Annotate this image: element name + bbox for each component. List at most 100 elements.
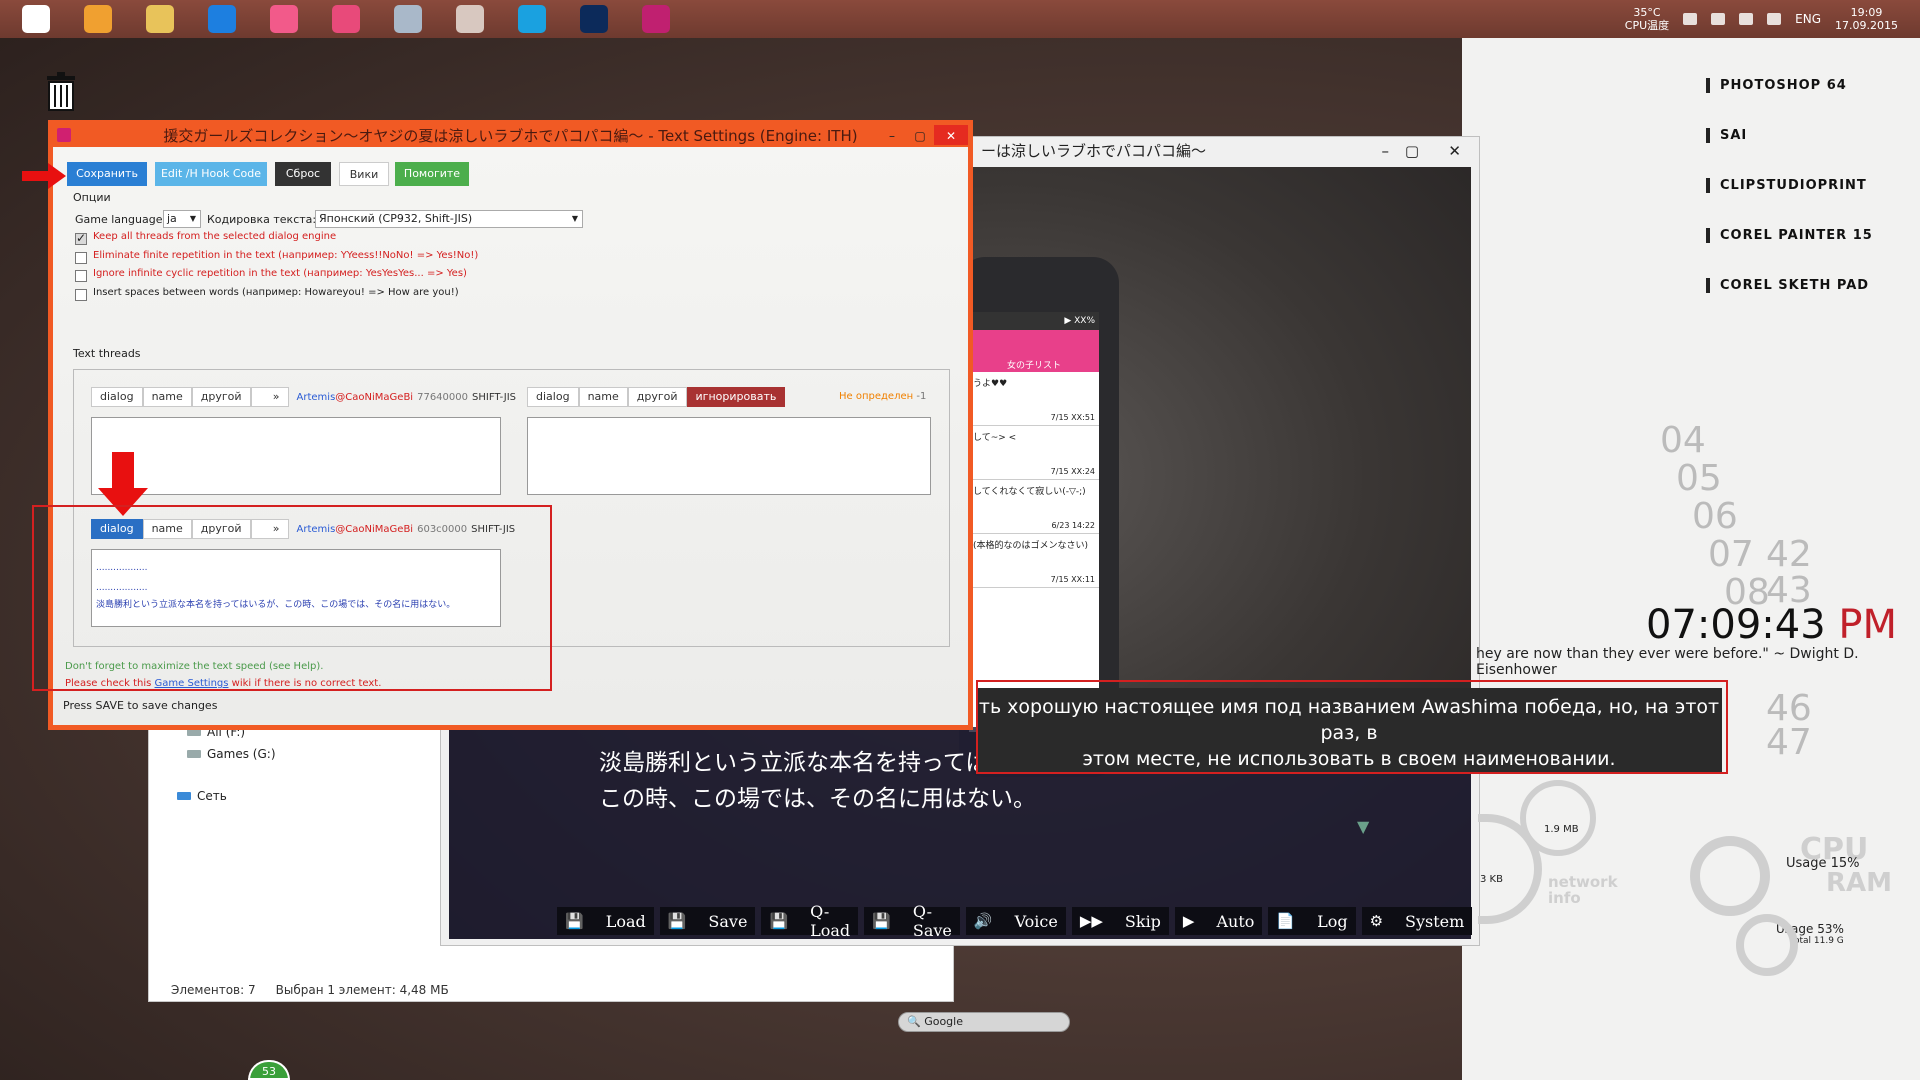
drive-g[interactable]: Games (G:) bbox=[187, 747, 276, 761]
thread-2-text[interactable] bbox=[527, 417, 931, 495]
game-language-select[interactable]: ja ▼ bbox=[163, 210, 201, 228]
menu-log-button[interactable]: 📄 Log bbox=[1268, 907, 1356, 935]
upload-value: 1.9 MB bbox=[1544, 824, 1579, 835]
menu-label: Q-Save bbox=[912, 902, 952, 940]
menu-qload-button[interactable]: 💾 Q-Load bbox=[761, 902, 859, 940]
clock-number: 42 bbox=[1766, 534, 1812, 575]
system-tray: 35°C CPU温度 ENG 19:09 17.09.2015 bbox=[1625, 0, 1920, 38]
maximize-button[interactable]: ▢ bbox=[906, 125, 934, 145]
tag-name[interactable]: name bbox=[142, 387, 192, 407]
menu-system-button[interactable]: ⚙ System bbox=[1361, 907, 1473, 935]
minimize-button[interactable]: – bbox=[1382, 137, 1390, 165]
media-app-taskbar-button[interactable] bbox=[382, 1, 434, 37]
network-node[interactable]: Сеть bbox=[177, 789, 227, 803]
phone-message-text: してくれなくて寂しい(-▽-;) bbox=[973, 487, 1086, 497]
thread-1-controls: dialog name другой » Artemis @CaoNiMaGeB… bbox=[91, 387, 516, 407]
launcher-item[interactable]: PHOTOSHOP 64 bbox=[1706, 78, 1886, 93]
game-icon-app-icon bbox=[642, 5, 670, 33]
network-info-label: network info bbox=[1548, 873, 1618, 907]
option-checkbox[interactable] bbox=[75, 288, 87, 301]
option-label: Ignore infinite cyclic repetition in the… bbox=[93, 268, 467, 279]
menu-skip-button[interactable]: ▶▶ Skip bbox=[1071, 907, 1169, 935]
option-checkbox[interactable] bbox=[75, 251, 87, 264]
search-widget[interactable]: 🔍 Google bbox=[898, 1012, 1070, 1032]
tag-name[interactable]: name bbox=[578, 387, 628, 407]
thread-1-text[interactable] bbox=[91, 417, 501, 495]
skype-icon bbox=[518, 5, 546, 33]
menu-icon: 📄 bbox=[1276, 912, 1296, 930]
thread-author: @CaoNiMaGeBi bbox=[335, 391, 414, 403]
color-wheel-taskbar-button[interactable] bbox=[320, 1, 372, 37]
save-button[interactable]: Сохранить bbox=[67, 162, 147, 186]
tag-dialog[interactable]: dialog bbox=[91, 387, 143, 407]
menu-load-button[interactable]: 💾 Load bbox=[557, 907, 654, 935]
menu-voice-button[interactable]: 🔊 Voice bbox=[965, 907, 1066, 935]
app-icon bbox=[57, 128, 71, 142]
close-button[interactable]: ✕ bbox=[1448, 137, 1461, 165]
app-store-taskbar-button[interactable] bbox=[196, 1, 248, 37]
menu-icon: ▶▶ bbox=[1079, 912, 1103, 930]
menu-auto-button[interactable]: ▶ Auto bbox=[1174, 907, 1263, 935]
expand-button[interactable]: » bbox=[250, 387, 289, 407]
tray-network-icon[interactable] bbox=[1711, 13, 1726, 25]
launcher-item[interactable]: COREL PAINTER 15 bbox=[1706, 228, 1886, 243]
launcher-item[interactable]: COREL SKETH PAD bbox=[1706, 278, 1886, 293]
phone-message: して~> < 7/15 XX:24 bbox=[969, 426, 1099, 480]
tag-other[interactable]: другой bbox=[191, 387, 251, 407]
menu-icon: 💾 bbox=[565, 912, 584, 930]
options-label: Опции bbox=[73, 191, 111, 204]
app-colorful-taskbar-button[interactable] bbox=[72, 1, 124, 37]
recycle-bin-icon[interactable] bbox=[44, 70, 78, 112]
red-arrow-save-icon bbox=[22, 163, 66, 189]
option-label: Keep all threads from the selected dialo… bbox=[93, 231, 337, 242]
menu-label: Q-Load bbox=[810, 902, 851, 940]
selection-info: Выбран 1 элемент: 4,48 МБ bbox=[275, 983, 449, 997]
menu-label: Log bbox=[1317, 911, 1348, 931]
tag-dialog[interactable]: dialog bbox=[527, 387, 579, 407]
launcher-item[interactable]: CLIPSTUDIOPRINT bbox=[1706, 178, 1886, 193]
tag-other[interactable]: другой bbox=[627, 387, 687, 407]
thread-2-status: Не определен -1 bbox=[839, 391, 926, 402]
help-button[interactable]: Помогите bbox=[395, 162, 469, 186]
windows-start-taskbar-button[interactable] bbox=[10, 1, 62, 37]
menu-save-button[interactable]: 💾 Save bbox=[659, 907, 756, 935]
option-checkbox[interactable] bbox=[75, 270, 87, 282]
clock-number: 47 bbox=[1766, 722, 1812, 763]
tray-shield-icon[interactable] bbox=[1739, 13, 1754, 25]
clock-time: 07:09:43 bbox=[1646, 602, 1826, 648]
itunes-taskbar-button[interactable] bbox=[258, 1, 310, 37]
explorer-status-bar: Элементов: 7 Выбран 1 элемент: 4,48 МБ bbox=[171, 983, 449, 997]
launcher-item[interactable]: SAI bbox=[1706, 128, 1886, 143]
edit-hook-button[interactable]: Edit /H Hook Code bbox=[155, 162, 267, 186]
itunes-icon bbox=[270, 5, 298, 33]
photoshop-taskbar-button[interactable] bbox=[568, 1, 620, 37]
menu-icon: 🔊 bbox=[973, 912, 993, 930]
minimize-button[interactable]: – bbox=[878, 125, 906, 145]
search-icon: 🔍 bbox=[907, 1015, 921, 1028]
maximize-button[interactable]: ▢ bbox=[1405, 137, 1419, 165]
clock-tray[interactable]: 19:09 17.09.2015 bbox=[1835, 6, 1898, 32]
continue-arrow-icon: ▼ bbox=[1357, 817, 1370, 836]
phone-status: ▶ XX% bbox=[969, 312, 1099, 330]
close-button[interactable]: ✕ bbox=[934, 125, 968, 145]
wiki-button[interactable]: Вики bbox=[339, 162, 389, 186]
reset-button[interactable]: Сброс bbox=[275, 162, 331, 186]
language-indicator[interactable]: ENG bbox=[1795, 12, 1821, 26]
menu-qsave-button[interactable]: 💾 Q-Save bbox=[864, 902, 960, 940]
game-app-taskbar-button[interactable] bbox=[444, 1, 496, 37]
taskbar: 35°C CPU温度 ENG 19:09 17.09.2015 bbox=[0, 0, 1920, 38]
game-icon-app-taskbar-button[interactable] bbox=[630, 1, 682, 37]
encoding-select[interactable]: Японский (CP932, Shift-JIS) ▼ bbox=[315, 210, 583, 228]
thread-user: Artemis bbox=[296, 391, 336, 403]
app-colorful-icon bbox=[84, 5, 112, 33]
option-checkbox[interactable] bbox=[75, 231, 87, 245]
tray-volume-icon[interactable] bbox=[1767, 13, 1782, 25]
ram-label: RAM bbox=[1826, 868, 1893, 898]
tag-ignore[interactable]: игнорировать bbox=[686, 387, 786, 407]
drive-icon bbox=[187, 750, 201, 758]
file-explorer-taskbar-button[interactable] bbox=[134, 1, 186, 37]
phone-message-time: 7/15 XX:24 bbox=[1050, 467, 1095, 476]
tray-chevron-icon[interactable] bbox=[1683, 13, 1698, 25]
skype-taskbar-button[interactable] bbox=[506, 1, 558, 37]
menu-icon: ⚙ bbox=[1369, 912, 1384, 930]
